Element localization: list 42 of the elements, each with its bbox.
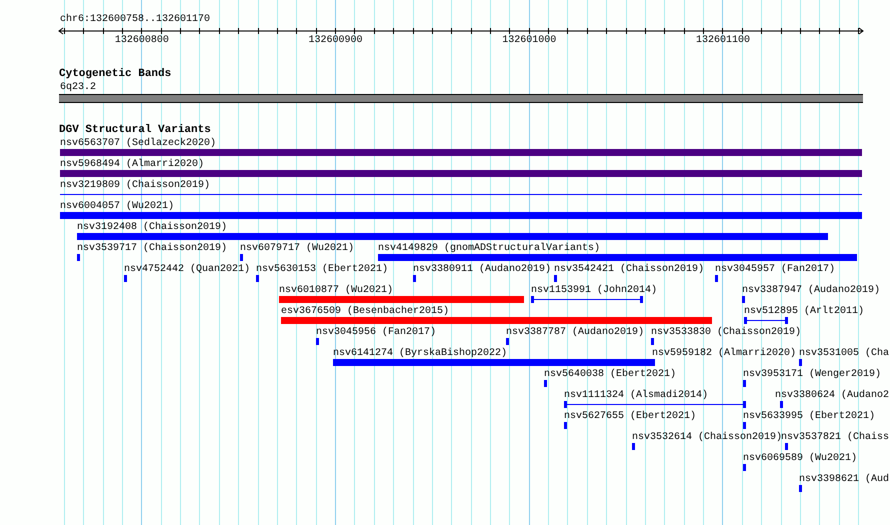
band-label: 6q23.2 (60, 82, 96, 94)
variant-label: nsv3192408 (Chaisson2019) (77, 222, 228, 234)
variant-label: nsv3953171 (Wenger2019) (743, 369, 882, 381)
variant-label: nsv3380624 (Audano2 (775, 390, 890, 402)
variant-label: nsv3542421 (Chaisson2019) (554, 264, 704, 276)
variant-label: nsv3398621 (Aud (799, 474, 890, 486)
tick-label: 132600800 (114, 35, 169, 47)
variant-label: nsv1111324 (Alsmadi2014) (564, 390, 708, 402)
tick-label: 132601100 (696, 35, 750, 47)
variant-label: nsv3045956 (Fan2017) (316, 327, 436, 339)
variant-label: nsv5627655 (Ebert2021) (564, 411, 696, 423)
variant-label: nsv6079717 (Wu2021) (240, 243, 354, 255)
variant-label: nsv512895 (Arlt2011) (744, 306, 864, 318)
variant-label: nsv5630153 (Ebert2021) (256, 264, 388, 276)
variant-label: nsv6563707 (Sedlazeck2020) (60, 138, 216, 150)
variant-label: nsv6004057 (Wu2021) (60, 201, 174, 213)
variant-label: esv3676509 (Besenbacher2015) (281, 306, 450, 318)
variant-label: nsv3387947 (Audano2019) (742, 285, 880, 297)
tick-label: 132601000 (502, 35, 556, 47)
variant-label: nsv5968494 (Almarri2020) (60, 159, 204, 171)
variant-label: nsv1153991 (John2014) (531, 285, 658, 297)
variant-label: nsv5959182 (Almarri2020) (652, 348, 796, 360)
variant-label: nsv6010877 (Wu2021) (279, 285, 394, 297)
variant-label: nsv3045957 (Fan2017) (715, 264, 836, 276)
track-title: Cytogenetic Bands (59, 68, 172, 81)
variant-label: nsv3537821 (Chaiss (781, 432, 890, 444)
variant-label: nsv3539717 (Chaisson2019) (77, 243, 228, 255)
variant-label: nsv6141274 (ByrskaBishop2022) (333, 348, 508, 360)
variant-label: nsv3219809 (Chaisson2019) (60, 180, 210, 192)
variant-label: nsv5633995 (Ebert2021) (743, 411, 876, 423)
location-label: chr6:132600758..132601170 (60, 14, 210, 26)
variant-label: nsv3533830 (Chaisson2019) (651, 327, 802, 339)
tick-label: 132600900 (308, 35, 363, 47)
variant-label: nsv3380911 (Audano2019) (413, 264, 552, 276)
variant-label: nsv3531005 (Cha (799, 348, 890, 360)
variant-label: nsv4752442 (Quan2021) (124, 264, 250, 276)
variant-label: nsv5640038 (Ebert2021) (544, 369, 676, 381)
variant-label: nsv3387787 (Audano2019) (506, 327, 644, 339)
track-title: DGV Structural Variants (59, 124, 211, 137)
variant-label: nsv4149829 (gnomADStructuralVariants) (378, 243, 600, 255)
variant-label: nsv3532614 (Chaisson2019) (632, 432, 782, 444)
variant-label: nsv6069589 (Wu2021) (743, 453, 858, 465)
